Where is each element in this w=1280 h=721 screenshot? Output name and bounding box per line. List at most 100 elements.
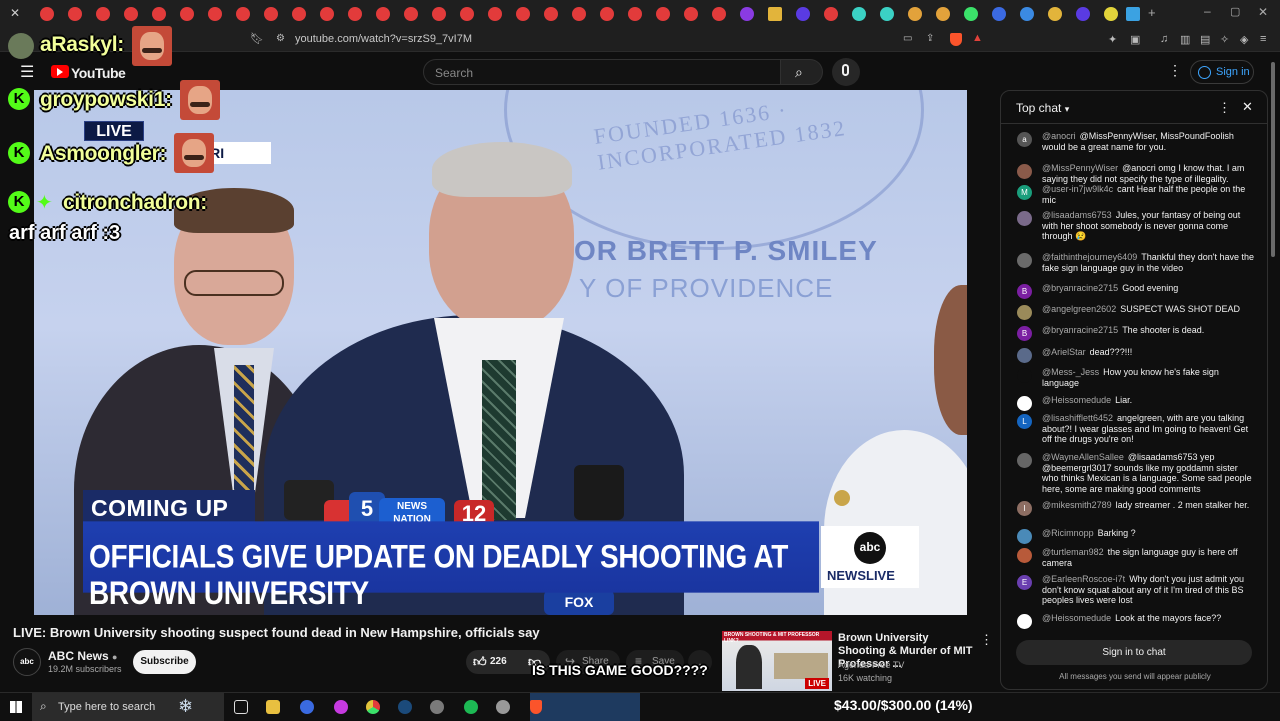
tab-favicon-icon[interactable]: [1048, 7, 1062, 21]
tab-favicon-icon[interactable]: [628, 7, 642, 21]
tab-favicon-icon[interactable]: [432, 7, 446, 21]
chat-author[interactable]: @lisashifflett6452: [1042, 413, 1113, 423]
taskbar-search-input[interactable]: ⌕ Type here to search: [32, 693, 224, 721]
chat-avatar-icon[interactable]: [1017, 211, 1032, 226]
chat-avatar-icon[interactable]: M: [1017, 185, 1032, 200]
tab-favicon-icon[interactable]: [796, 7, 810, 21]
chat-author[interactable]: @WayneAllenSallee: [1042, 452, 1124, 462]
tab-favicon-icon[interactable]: [376, 7, 390, 21]
related-channel[interactable]: Agenda-Free TV: [838, 660, 904, 670]
chrome-icon[interactable]: [366, 700, 380, 714]
chat-author[interactable]: @user-in7jw9lk4c: [1042, 184, 1113, 194]
related-video-thumbnail[interactable]: BROWN SHOOTING & MIT PROFESSOR LINK? LIV…: [722, 631, 832, 691]
tab-favicon-icon[interactable]: [600, 7, 614, 21]
tab-favicon-icon[interactable]: [768, 7, 782, 21]
hamburger-menu-icon[interactable]: ☰: [20, 62, 34, 82]
tab-favicon-icon[interactable]: [264, 7, 278, 21]
tab-favicon-icon[interactable]: [68, 7, 82, 21]
chat-author[interactable]: @bryanracine2715: [1042, 325, 1118, 335]
spotify-icon[interactable]: [464, 700, 478, 714]
app-icon[interactable]: [334, 700, 348, 714]
tab-favicon-icon[interactable]: [124, 7, 138, 21]
tab-favicon-icon[interactable]: [292, 7, 306, 21]
top-chat-dropdown[interactable]: Top chat ▾: [1016, 101, 1069, 115]
tab-favicon-icon[interactable]: [684, 7, 698, 21]
tab-favicon-icon[interactable]: [992, 7, 1006, 21]
chat-author[interactable]: @mikesmith2789: [1042, 500, 1112, 510]
chat-author[interactable]: @turtleman982: [1042, 547, 1104, 557]
chat-avatar-icon[interactable]: E: [1017, 575, 1032, 590]
tab-favicon-icon[interactable]: [320, 7, 334, 21]
channel-name[interactable]: ABC News ●: [48, 649, 117, 663]
chat-author[interactable]: @MissPennyWiser: [1042, 163, 1118, 173]
tab-favicon-icon[interactable]: [180, 7, 194, 21]
tab-favicon-icon[interactable]: [936, 7, 950, 21]
search-input[interactable]: Search: [423, 59, 781, 85]
tab-favicon-icon[interactable]: [488, 7, 502, 21]
chat-author[interactable]: @bryanracine2715: [1042, 283, 1118, 293]
minimize-icon[interactable]: –: [1204, 4, 1211, 18]
app-icon[interactable]: [300, 700, 314, 714]
site-settings-icon[interactable]: ⚙︎: [276, 33, 285, 44]
tab-favicon-icon[interactable]: [516, 7, 530, 21]
sign-in-to-chat-button[interactable]: Sign in to chat: [1016, 640, 1252, 665]
rewards-icon[interactable]: ▲: [972, 32, 983, 44]
vpn-icon[interactable]: ◈: [1240, 33, 1248, 46]
active-taskbar-app[interactable]: [530, 693, 640, 721]
brave-shield-icon[interactable]: [950, 33, 962, 46]
app-icon[interactable]: [430, 700, 444, 714]
related-more-icon[interactable]: ⋮: [980, 632, 993, 648]
task-view-icon[interactable]: [234, 700, 248, 714]
chat-avatar-icon[interactable]: B: [1017, 326, 1032, 341]
tab-favicon-icon[interactable]: [572, 7, 586, 21]
chat-avatar-icon[interactable]: B: [1017, 284, 1032, 299]
ai-icon[interactable]: ✧: [1220, 33, 1229, 46]
more-options-icon[interactable]: ⋮: [1168, 62, 1182, 79]
tab-favicon-icon[interactable]: [740, 7, 754, 21]
scrollbar-thumb[interactable]: [1271, 62, 1275, 257]
chat-avatar-icon[interactable]: [1017, 396, 1032, 411]
sign-in-button[interactable]: Sign in: [1190, 60, 1254, 84]
chat-author[interactable]: @lisaadams6753: [1042, 210, 1112, 220]
chat-avatar-icon[interactable]: [1017, 368, 1032, 383]
close-chat-icon[interactable]: ✕: [1242, 99, 1253, 115]
chat-author[interactable]: @angelgreen2602: [1042, 304, 1116, 314]
tab-favicon-icon[interactable]: [656, 7, 670, 21]
tab-favicon-icon[interactable]: [208, 7, 222, 21]
chat-avatar-icon[interactable]: L: [1017, 414, 1032, 429]
page-scrollbar[interactable]: [1269, 62, 1277, 690]
chat-avatar-icon[interactable]: [1017, 305, 1032, 320]
tab-favicon-icon[interactable]: [404, 7, 418, 21]
chat-options-icon[interactable]: ⋮: [1218, 100, 1231, 116]
tab-favicon-icon[interactable]: [236, 7, 250, 21]
chat-avatar-icon[interactable]: [1017, 453, 1032, 468]
tab-favicon-icon[interactable]: [40, 7, 54, 21]
tab-favicon-icon[interactable]: [1126, 7, 1140, 21]
tab-favicon-icon[interactable]: [880, 7, 894, 21]
tab-favicon-icon[interactable]: [1104, 7, 1118, 21]
subscribe-button[interactable]: Subscribe: [133, 650, 196, 674]
chat-author[interactable]: @Ricimnopp: [1042, 528, 1094, 538]
chat-author[interactable]: @anocri: [1042, 131, 1076, 141]
chat-avatar-icon[interactable]: a: [1017, 132, 1032, 147]
chat-author[interactable]: @Heissomedude: [1042, 613, 1111, 623]
chat-author[interactable]: @EarleenRoscoe-i7t: [1042, 574, 1125, 584]
tab-favicon-icon[interactable]: [348, 7, 362, 21]
voice-search-button[interactable]: [832, 58, 860, 86]
chat-avatar-icon[interactable]: [1017, 164, 1032, 179]
search-button[interactable]: ⌕: [781, 59, 823, 85]
wallet-icon[interactable]: ▤: [1200, 33, 1210, 46]
bookmark-icon[interactable]: 🔖︎: [250, 32, 264, 45]
chat-author[interactable]: @Mess-_Jess: [1042, 367, 1099, 377]
url-field[interactable]: youtube.com/watch?v=srzS9_7vI7M: [295, 33, 472, 45]
share-icon[interactable]: ⇪: [926, 33, 934, 44]
tab-favicon-icon[interactable]: [852, 7, 866, 21]
tab-favicon-icon[interactable]: [96, 7, 110, 21]
chat-avatar-icon[interactable]: [1017, 548, 1032, 563]
cast-icon[interactable]: ▭: [903, 33, 912, 44]
tab-favicon-icon[interactable]: [544, 7, 558, 21]
file-explorer-icon[interactable]: [266, 700, 280, 714]
sidebar-icon[interactable]: ▥: [1180, 33, 1190, 46]
youtube-logo[interactable]: YouTube: [71, 65, 126, 81]
tab-favicon-icon[interactable]: [1020, 7, 1034, 21]
